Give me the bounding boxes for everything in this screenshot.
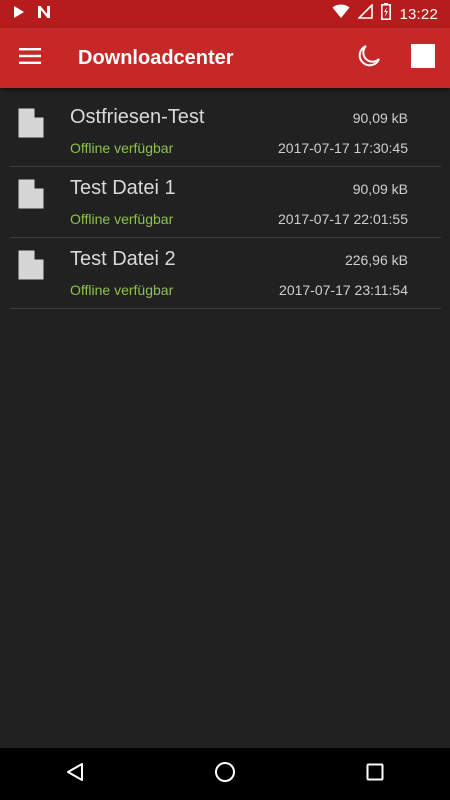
page-title: Downloadcenter [78, 46, 234, 69]
file-size: 226,96 kB [344, 252, 408, 268]
hamburger-menu-icon [19, 47, 41, 69]
back-button[interactable] [45, 748, 105, 800]
status-time: 13:22 [399, 5, 438, 23]
home-icon [214, 761, 236, 788]
file-name: Test Datei 1 [70, 177, 176, 199]
file-list: Ostfriesen-Test 90,09 kB Offline verfügb… [10, 96, 441, 309]
list-item[interactable]: Test Datei 2 226,96 kB Offline verfügbar… [10, 238, 441, 309]
wifi-icon [332, 4, 350, 24]
file-date: 2017-07-17 17:30:45 [278, 140, 408, 156]
file-size: 90,09 kB [352, 110, 408, 126]
file-icon [17, 178, 45, 210]
stop-icon [411, 43, 435, 73]
home-button[interactable] [195, 748, 255, 800]
file-name: Test Datei 2 [70, 248, 176, 270]
signal-icon [357, 3, 374, 24]
file-icon [17, 107, 45, 139]
status-bar: 13:22 [0, 0, 450, 28]
recents-button[interactable] [345, 748, 405, 800]
stop-button[interactable] [396, 28, 450, 88]
file-name: Ostfriesen-Test [70, 106, 205, 128]
notification-n-icon [36, 4, 52, 25]
night-mode-button[interactable] [342, 28, 396, 88]
recents-icon [366, 763, 384, 786]
app-bar: Downloadcenter [0, 28, 450, 88]
back-icon [65, 762, 85, 787]
battery-charging-icon [381, 3, 392, 25]
file-size: 90,09 kB [352, 181, 408, 197]
night-mode-icon [356, 43, 382, 74]
list-item[interactable]: Ostfriesen-Test 90,09 kB Offline verfügb… [10, 96, 441, 167]
file-status: Offline verfügbar [70, 282, 174, 298]
menu-button[interactable] [0, 28, 60, 88]
file-status: Offline verfügbar [70, 211, 174, 227]
navigation-bar [0, 748, 450, 800]
list-item[interactable]: Test Datei 1 90,09 kB Offline verfügbar … [10, 167, 441, 238]
file-status: Offline verfügbar [70, 140, 174, 156]
file-date: 2017-07-17 23:11:54 [279, 282, 408, 298]
play-store-icon [12, 5, 26, 24]
file-icon [17, 249, 45, 281]
file-date: 2017-07-17 22:01:55 [278, 211, 408, 227]
